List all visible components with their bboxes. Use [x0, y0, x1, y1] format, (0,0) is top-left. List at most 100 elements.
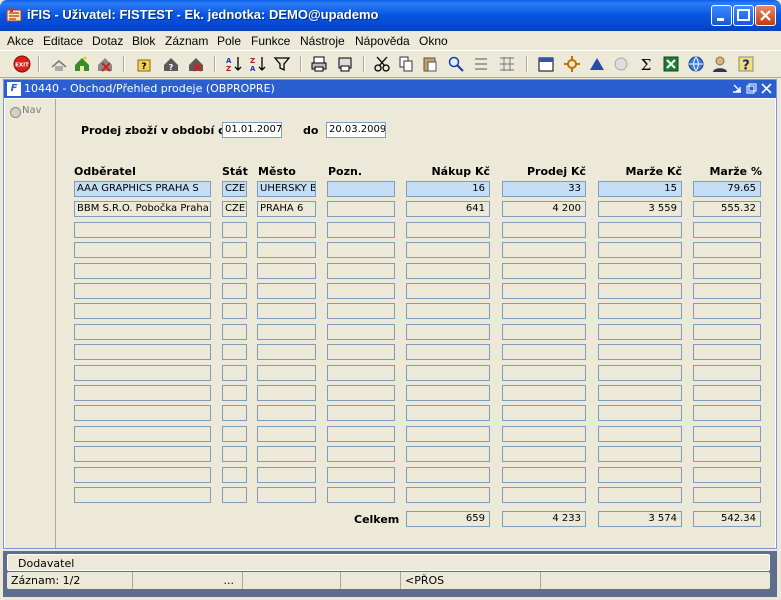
cell-customer[interactable]: [74, 283, 211, 299]
cell-city[interactable]: UHERSKY B: [257, 181, 316, 197]
list-values-icon[interactable]: [472, 55, 490, 73]
cell-city[interactable]: PRAHA 6: [257, 201, 316, 217]
cell-note[interactable]: [327, 222, 395, 238]
cell-margin[interactable]: [598, 365, 682, 381]
cell-margin[interactable]: [598, 324, 682, 340]
excel-icon[interactable]: [662, 55, 680, 73]
cell-margin[interactable]: [598, 405, 682, 421]
cell-sale[interactable]: [502, 263, 586, 279]
cell-city[interactable]: [257, 467, 316, 483]
cell-sale[interactable]: [502, 344, 586, 360]
cell-note[interactable]: [327, 303, 395, 319]
cell-purchase[interactable]: 641: [406, 201, 490, 217]
cell-city[interactable]: [257, 426, 316, 442]
web-icon[interactable]: [687, 55, 705, 73]
cell-purchase[interactable]: [406, 222, 490, 238]
menu-napoveda[interactable]: Nápověda: [355, 34, 410, 48]
form-restore-icon[interactable]: [745, 82, 758, 95]
menu-funkce[interactable]: Funkce: [251, 34, 290, 48]
print-preview-icon[interactable]: [336, 55, 354, 73]
cell-margin-pct[interactable]: [693, 446, 761, 462]
cell-note[interactable]: [327, 344, 395, 360]
cell-note[interactable]: [327, 446, 395, 462]
cell-note[interactable]: [327, 426, 395, 442]
cell-margin-pct[interactable]: [693, 467, 761, 483]
cell-note[interactable]: [327, 385, 395, 401]
cell-customer[interactable]: BBM S.R.O. Pobočka Praha: [74, 201, 211, 217]
cell-state[interactable]: [222, 426, 247, 442]
search-icon[interactable]: [447, 55, 465, 73]
cell-note[interactable]: [327, 201, 395, 217]
triangle-tool-icon[interactable]: [588, 55, 606, 73]
form-close-icon[interactable]: [760, 82, 773, 95]
form-titlebar[interactable]: F 10440 - Obchod/Přehled prodeje (OBPROP…: [4, 80, 776, 98]
save-icon[interactable]: [50, 55, 68, 73]
menu-zaznam[interactable]: Záznam: [165, 34, 208, 48]
close-button[interactable]: [755, 5, 776, 26]
cell-margin[interactable]: [598, 467, 682, 483]
cell-margin-pct[interactable]: [693, 365, 761, 381]
cell-margin-pct[interactable]: [693, 283, 761, 299]
cell-note[interactable]: [327, 181, 395, 197]
cell-margin-pct[interactable]: [693, 405, 761, 421]
cell-customer[interactable]: [74, 487, 211, 503]
cell-purchase[interactable]: [406, 283, 490, 299]
cell-margin-pct[interactable]: [693, 324, 761, 340]
menu-editace[interactable]: Editace: [43, 34, 83, 48]
cell-note[interactable]: [327, 365, 395, 381]
cell-state[interactable]: CZE: [222, 201, 247, 217]
cell-city[interactable]: [257, 487, 316, 503]
cell-state[interactable]: [222, 405, 247, 421]
cell-state[interactable]: [222, 242, 247, 258]
cell-margin[interactable]: [598, 222, 682, 238]
cell-customer[interactable]: [74, 446, 211, 462]
cell-state[interactable]: [222, 344, 247, 360]
menu-akce[interactable]: Akce: [7, 34, 34, 48]
cell-state[interactable]: [222, 446, 247, 462]
date-to-field[interactable]: 20.03.2009: [326, 122, 386, 138]
cell-customer[interactable]: [74, 222, 211, 238]
cell-margin[interactable]: [598, 487, 682, 503]
menu-nastroje[interactable]: Nástroje: [300, 34, 345, 48]
cell-note[interactable]: [327, 242, 395, 258]
cell-sale[interactable]: [502, 222, 586, 238]
cell-purchase[interactable]: [406, 405, 490, 421]
cell-customer[interactable]: [74, 303, 211, 319]
sort-ascending-icon[interactable]: AZ: [225, 55, 243, 73]
cell-purchase[interactable]: [406, 365, 490, 381]
cell-sale[interactable]: 33: [502, 181, 586, 197]
cell-sale[interactable]: 4 200: [502, 201, 586, 217]
sum-icon[interactable]: Σ: [637, 55, 655, 73]
calendar-icon[interactable]: [537, 55, 555, 73]
cell-state[interactable]: [222, 487, 247, 503]
cell-margin[interactable]: [598, 344, 682, 360]
cell-state[interactable]: [222, 365, 247, 381]
cell-purchase[interactable]: 16: [406, 181, 490, 197]
cell-city[interactable]: [257, 385, 316, 401]
exit-icon[interactable]: EXIT: [13, 55, 31, 73]
query-execute-icon[interactable]: ?: [162, 55, 180, 73]
cell-margin-pct[interactable]: [693, 385, 761, 401]
cell-purchase[interactable]: [406, 303, 490, 319]
cell-purchase[interactable]: [406, 487, 490, 503]
cell-margin-pct[interactable]: [693, 487, 761, 503]
cell-purchase[interactable]: [406, 426, 490, 442]
cell-state[interactable]: [222, 467, 247, 483]
cell-customer[interactable]: [74, 242, 211, 258]
cell-city[interactable]: [257, 405, 316, 421]
cell-city[interactable]: [257, 344, 316, 360]
tools-icon[interactable]: [563, 55, 581, 73]
cell-customer[interactable]: [74, 426, 211, 442]
cell-city[interactable]: [257, 324, 316, 340]
date-from-field[interactable]: 01.01.2007: [222, 122, 282, 138]
cell-city[interactable]: [257, 303, 316, 319]
cell-sale[interactable]: [502, 487, 586, 503]
cell-note[interactable]: [327, 283, 395, 299]
disabled-tool-icon[interactable]: [612, 55, 630, 73]
cell-margin-pct[interactable]: [693, 303, 761, 319]
cell-customer[interactable]: [74, 365, 211, 381]
cell-margin[interactable]: 15: [598, 181, 682, 197]
cell-state[interactable]: [222, 324, 247, 340]
cell-margin-pct[interactable]: [693, 263, 761, 279]
cell-margin[interactable]: 3 559: [598, 201, 682, 217]
